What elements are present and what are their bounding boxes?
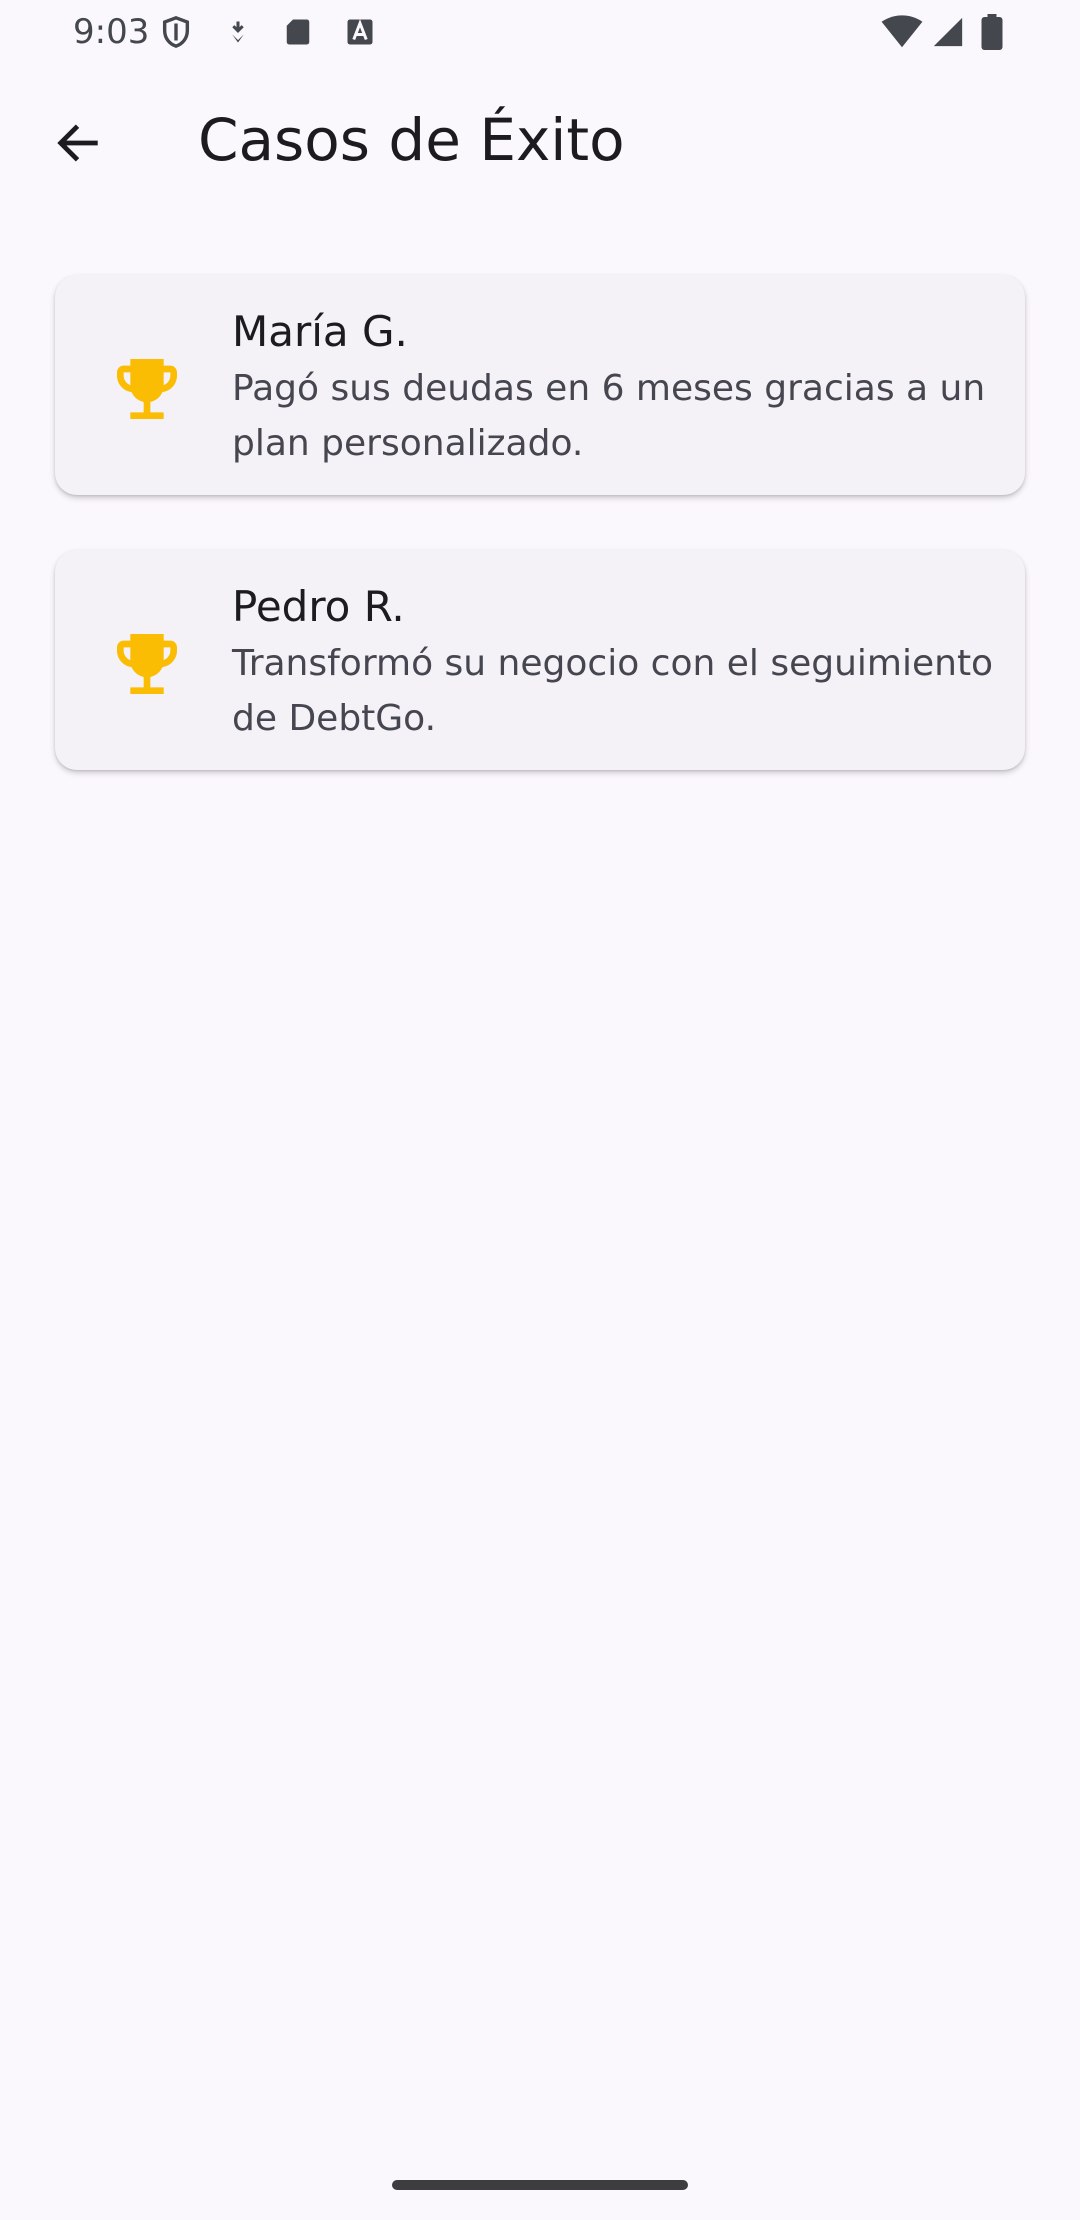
nfc-download-icon (220, 14, 256, 50)
trophy-icon (107, 624, 187, 704)
case-card-maria[interactable]: María G. Pagó sus deudas en 6 meses grac… (55, 275, 1025, 495)
app-bar: Casos de Éxito (0, 90, 1080, 200)
case-description: Transformó su negocio con el seguimiento… (232, 643, 994, 739)
page-title: Casos de Éxito (198, 106, 625, 174)
sd-card-icon (280, 14, 316, 50)
case-description: Pagó sus deudas en 6 meses gracias a un … (232, 368, 986, 464)
wifi-icon (880, 14, 924, 50)
font-a-icon (342, 14, 378, 50)
status-bar: 9:03 (0, 0, 1080, 66)
case-name: María G. (232, 307, 408, 356)
case-name: Pedro R. (232, 582, 405, 631)
case-card-pedro[interactable]: Pedro R. Transformó su negocio con el se… (55, 550, 1025, 770)
shield-icon (158, 14, 194, 50)
signal-icon (928, 14, 968, 50)
case-card-text: Pedro R. Transformó su negocio con el se… (232, 580, 995, 746)
back-button[interactable] (38, 112, 118, 178)
home-indicator[interactable] (392, 2180, 688, 2190)
arrow-left-icon (52, 117, 104, 173)
battery-icon (976, 14, 1008, 50)
trophy-icon (107, 349, 187, 429)
case-card-text: María G. Pagó sus deudas en 6 meses grac… (232, 305, 995, 471)
status-time: 9:03 (73, 12, 150, 52)
screen: 9:03 Casos de Éxito María G. Pagó sus de… (0, 0, 1080, 2220)
